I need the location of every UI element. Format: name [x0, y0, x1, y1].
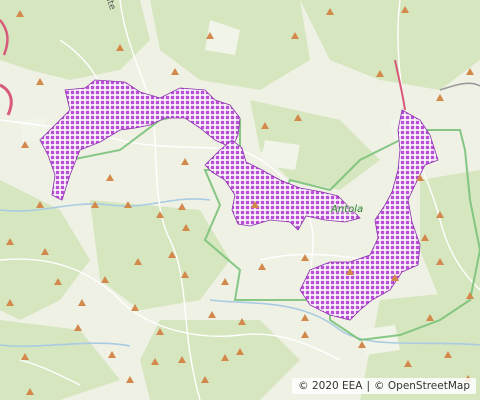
attribution-eea[interactable]: © 2020 EEA — [298, 380, 362, 392]
map-canvas[interactable] — [0, 0, 480, 400]
attribution-separator: | — [366, 380, 371, 392]
map-attribution: © 2020 EEA | © OpenStreetMap — [292, 378, 476, 394]
attribution-osm[interactable]: © OpenStreetMap — [374, 380, 470, 392]
map-view[interactable]: nte Antola © 2020 EEA | © OpenStreetMap — [0, 0, 480, 400]
place-label-antola[interactable]: Antola — [331, 204, 363, 215]
